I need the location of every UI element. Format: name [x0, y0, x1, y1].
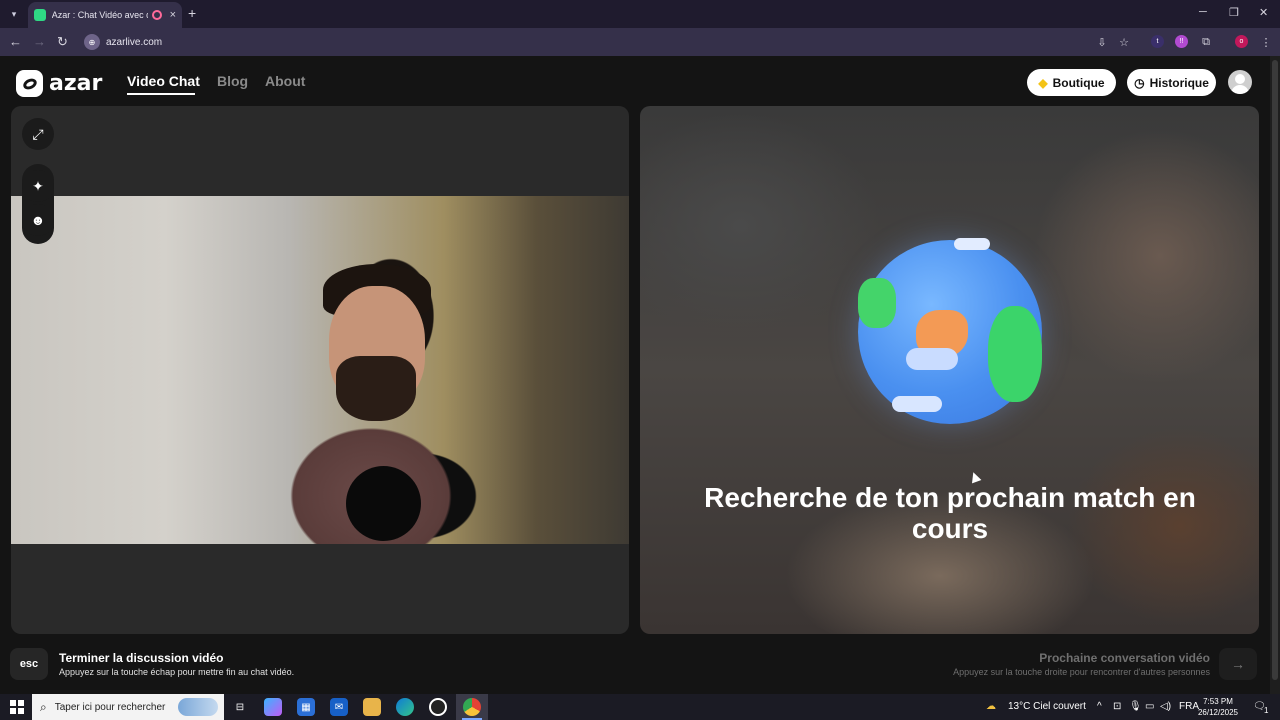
- page-scrollbar[interactable]: [1270, 56, 1280, 694]
- azar-page: azar Video Chat Blog About ◆ Boutique ◷ …: [0, 56, 1270, 694]
- tab-title: Azar : Chat Vidéo avec de n: [51, 10, 148, 20]
- microphone-icon[interactable]: 🎙: [1129, 701, 1142, 712]
- scrollbar-thumb[interactable]: [1272, 60, 1278, 680]
- clock-icon: ◷: [1134, 75, 1145, 90]
- sparkle-effects-icon[interactable]: ✦: [22, 170, 54, 202]
- task-view-icon[interactable]: ⊟: [231, 698, 249, 716]
- azar-logo-icon: [16, 70, 43, 97]
- boutique-button[interactable]: ◆ Boutique: [1027, 69, 1116, 96]
- diamond-icon: ◆: [1038, 75, 1048, 90]
- esc-key-button[interactable]: esc: [10, 648, 48, 680]
- end-chat-hint: Appuyez sur la touche échap pour mettre …: [59, 667, 295, 677]
- microphone-image: [346, 466, 421, 541]
- extension-shield-icon[interactable]: !!: [1175, 35, 1188, 48]
- copilot-icon[interactable]: [264, 698, 282, 716]
- new-tab-button[interactable]: +: [188, 5, 196, 21]
- bookmark-star-icon[interactable]: ☆: [1117, 35, 1131, 49]
- tab-close-button[interactable]: ×: [170, 9, 176, 21]
- clock-time: 7:53 PM: [1203, 697, 1233, 706]
- store-icon[interactable]: ▦: [297, 698, 315, 716]
- network-icon[interactable]: ⊡: [1113, 701, 1121, 712]
- browser-tab[interactable]: Azar : Chat Vidéo avec de n ×: [28, 2, 182, 28]
- search-highlight-image: [178, 698, 218, 716]
- azar-favicon-icon: [34, 9, 46, 21]
- self-camera-feed: [11, 196, 629, 544]
- search-status-text: Recherche de ton prochain match en cours: [704, 482, 1196, 544]
- taskbar-search-placeholder: Taper ici pour rechercher: [54, 701, 166, 713]
- next-chat-arrow-button[interactable]: →: [1219, 648, 1257, 680]
- file-explorer-icon[interactable]: [363, 698, 381, 716]
- install-app-icon[interactable]: ⇩: [1095, 35, 1109, 49]
- browser-tab-strip: ▾ Azar : Chat Vidéo avec de n × + ─ ❐ ✕: [0, 0, 1280, 28]
- edge-icon[interactable]: [396, 698, 414, 716]
- end-chat-title: Terminer la discussion vidéo: [59, 651, 224, 665]
- logo-text: azar: [49, 71, 103, 96]
- nav-blog[interactable]: Blog: [217, 73, 248, 89]
- profile-avatar-icon[interactable]: o: [1235, 35, 1248, 48]
- windows-start-icon[interactable]: [10, 700, 24, 714]
- next-chat-title: Prochaine conversation vidéo: [1039, 651, 1210, 665]
- self-video-panel: ⤢ ✦ ☻: [11, 106, 629, 634]
- nav-active-underline: [127, 93, 195, 95]
- display-icon[interactable]: ▭: [1145, 701, 1154, 712]
- windows-taskbar: ⌕ Taper ici pour rechercher ⊟ ▦ ✉ ☁ 13°C…: [0, 694, 1280, 720]
- forward-icon[interactable]: →: [33, 34, 46, 49]
- restore-icon[interactable]: ❐: [1229, 6, 1239, 19]
- user-icon: [1235, 74, 1245, 84]
- outlook-icon[interactable]: ✉: [330, 698, 348, 716]
- nav-video-chat[interactable]: Video Chat: [127, 73, 200, 89]
- url-text: azarlive.com: [106, 36, 163, 48]
- reload-icon[interactable]: ↻: [57, 34, 68, 50]
- minimize-icon[interactable]: ─: [1199, 6, 1207, 18]
- window-close-icon[interactable]: ✕: [1259, 6, 1268, 19]
- browser-toolbar: ← → ↻ ⊕ azarlive.com ⇩ ☆ t !! ⧉ o ⋮: [0, 28, 1280, 56]
- globe-illustration: [858, 238, 1042, 424]
- face-filter-icon[interactable]: ☻: [22, 204, 54, 236]
- recording-indicator-icon: [151, 10, 162, 20]
- back-icon[interactable]: ←: [9, 34, 22, 49]
- boutique-label: Boutique: [1052, 75, 1105, 90]
- tray-chevron-icon[interactable]: ^: [1097, 701, 1102, 712]
- clock-date: 26/12/2025: [1197, 708, 1239, 717]
- profile-avatar-button[interactable]: [1228, 70, 1252, 94]
- extensions-puzzle-icon[interactable]: ⧉: [1199, 35, 1213, 49]
- azar-logo[interactable]: azar: [16, 70, 102, 97]
- search-icon: ⌕: [40, 699, 47, 714]
- next-chat-hint: Appuyez sur la touche droite pour rencon…: [953, 667, 1210, 677]
- match-search-panel: Recherche de ton prochain match en cours: [640, 106, 1259, 634]
- site-info-icon[interactable]: ⊕: [84, 34, 100, 50]
- address-bar[interactable]: ⊕ azarlive.com: [80, 31, 1140, 53]
- expand-icon[interactable]: ⤢: [22, 118, 54, 150]
- nav-about[interactable]: About: [265, 73, 305, 89]
- taskbar-search-box[interactable]: ⌕ Taper ici pour rechercher: [32, 694, 224, 720]
- extension-t-icon[interactable]: t: [1151, 35, 1164, 48]
- chrome-icon[interactable]: [463, 698, 481, 716]
- historique-label: Historique: [1149, 75, 1209, 90]
- weather-icon[interactable]: ☁: [986, 701, 996, 712]
- notification-count: 1: [1264, 706, 1269, 715]
- weather-text[interactable]: 13°C Ciel couvert: [1008, 701, 1086, 712]
- browser-menu-icon[interactable]: ⋮: [1259, 35, 1273, 49]
- taskbar-clock[interactable]: 7:53 PM 26/12/2025: [1196, 696, 1240, 718]
- obs-icon[interactable]: [429, 698, 447, 716]
- historique-button[interactable]: ◷ Historique: [1127, 69, 1216, 96]
- volume-icon[interactable]: ◁): [1160, 701, 1171, 712]
- tab-search-button[interactable]: ▾: [5, 5, 23, 23]
